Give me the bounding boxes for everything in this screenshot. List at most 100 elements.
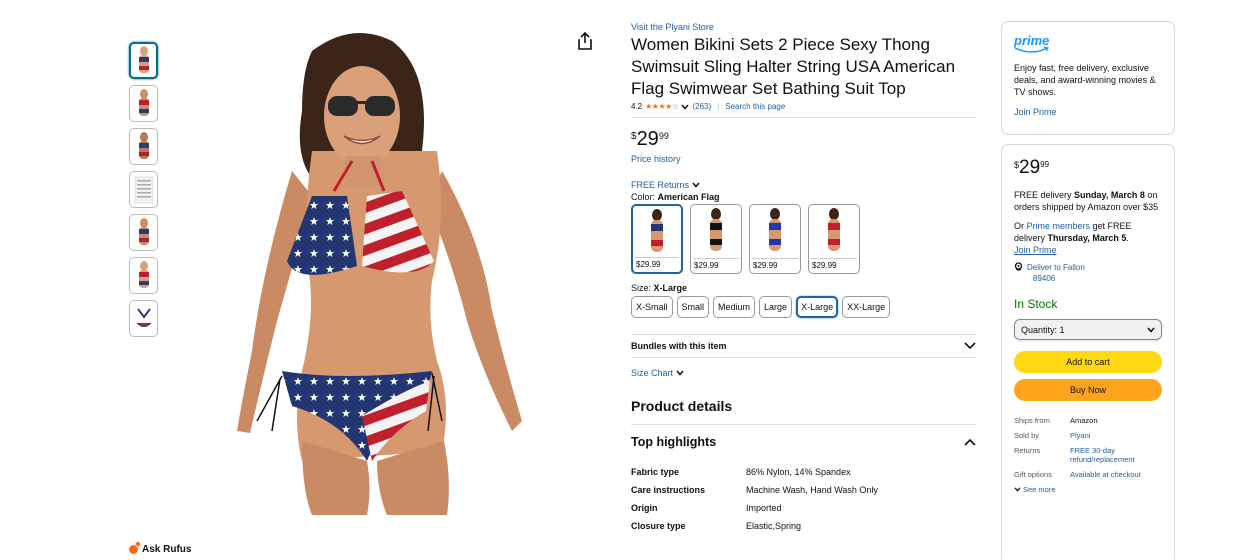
size-large-button[interactable]: Large (759, 296, 793, 318)
chevron-down-icon (1014, 487, 1021, 492)
size-medium-button[interactable]: Medium (713, 296, 756, 318)
size-x-large-button[interactable]: X-Large (796, 296, 839, 318)
or-text: Or (1014, 221, 1024, 231)
bundles-accordion[interactable]: Bundles with this item (631, 334, 976, 358)
swatch-price: $29.99 (693, 258, 739, 270)
stock-status: In Stock (1014, 297, 1058, 311)
size-value: X-Large (653, 283, 688, 293)
size-xx-large-button[interactable]: XX-Large (842, 296, 891, 318)
ask-rufus-button[interactable]: Ask Rufus (129, 544, 191, 555)
period: . (1126, 233, 1129, 243)
detail-key: Closure type (631, 521, 686, 531)
deliver-to-line1: Deliver to Fallon (1027, 263, 1085, 272)
price: $ 29 99 (631, 128, 976, 150)
size-label: Size: X-Large (631, 283, 976, 293)
size-options: X-Small Small Medium Large X-Large XX-La… (631, 296, 976, 318)
join-prime-link[interactable]: Join Prime (1014, 244, 1162, 256)
prime-members-link[interactable]: Prime members (1027, 221, 1091, 231)
details-table: Fabric type 86% Nylon, 14% Spandex Care i… (631, 467, 878, 539)
add-to-cart-button[interactable]: Add to cart (1014, 351, 1162, 373)
swatch-black[interactable]: $29.99 (690, 204, 742, 274)
price-history-link[interactable]: Price history (631, 154, 976, 164)
thumbnail-7[interactable] (129, 300, 158, 337)
chevron-down-icon (964, 342, 976, 350)
ship-key: Returns (1014, 446, 1041, 455)
see-more-link[interactable]: See more (1014, 485, 1162, 494)
rating-row: 4.2 ★★★★☆ (263) | Search this page (631, 102, 976, 118)
chevron-down-icon (692, 182, 700, 188)
store-link[interactable]: Visit the Plyani Store (631, 22, 976, 32)
gift-options-link[interactable]: Available at checkout (1070, 470, 1164, 485)
free-returns-label: FREE Returns (631, 180, 690, 190)
product-title: Women Bikini Sets 2 Piece Sexy Thong Swi… (631, 35, 956, 98)
thumbnail-5[interactable] (129, 214, 158, 251)
swatch-blue[interactable]: $29.99 (749, 204, 801, 274)
table-row: Ships from Amazon (1014, 416, 1164, 431)
price-fraction: 99 (1040, 160, 1050, 169)
share-icon[interactable] (576, 31, 594, 51)
search-page-link[interactable]: Search this page (725, 102, 785, 111)
thumbnail-3[interactable] (129, 128, 158, 165)
swatch-price: $29.99 (752, 258, 798, 270)
table-row: Closure type Elastic,Spring (631, 521, 878, 539)
main-product-image[interactable]: ★ (162, 21, 600, 515)
color-label-text: Color: (631, 192, 656, 202)
size-small-button[interactable]: Small (676, 296, 710, 318)
delivery-date: Sunday, March 8 (1074, 190, 1145, 200)
delivery-info: FREE delivery Sunday, March 8 on orders … (1014, 189, 1162, 213)
table-row: Sold by Plyani (1014, 431, 1164, 446)
prime-smile-icon (1014, 46, 1049, 53)
chevron-down-icon[interactable] (681, 104, 690, 110)
color-swatches: $29.99 $29.99 $29.99 $29.99 (631, 204, 976, 274)
detail-value: Machine Wash, Hand Wash Only (746, 485, 878, 495)
buy-price: $ 29 99 (1014, 157, 1162, 178)
thumbnail-6[interactable] (129, 257, 158, 294)
detail-key: Care instructions (631, 485, 706, 495)
table-row: Returns FREE 30-day refund/replacement (1014, 446, 1164, 470)
quantity-select[interactable]: Quantity: 1 (1014, 319, 1162, 340)
ship-key: Ships from (1014, 416, 1050, 425)
table-row: Care instructions Machine Wash, Hand Wash… (631, 485, 878, 503)
thumbnail-1[interactable] (129, 42, 158, 79)
detail-key: Fabric type (631, 467, 680, 477)
free-returns-link[interactable]: FREE Returns (631, 180, 976, 190)
ask-rufus-label: Ask Rufus (142, 544, 192, 555)
product-info: Visit the Plyani Store Women Bikini Sets… (631, 22, 976, 539)
price-whole: 29 (1019, 157, 1041, 178)
ship-value: Amazon (1070, 416, 1098, 425)
rating-stars-icon[interactable]: ★★★★☆ (645, 102, 679, 111)
swatch-price: $29.99 (811, 258, 857, 270)
rating-value: 4.2 (631, 102, 643, 111)
prime-logo: prime (1014, 33, 1049, 53)
join-prime-link[interactable]: Join Prime (1014, 107, 1162, 117)
buy-now-button[interactable]: Buy Now (1014, 379, 1162, 401)
thumbnail-4[interactable] (129, 171, 158, 208)
size-x-small-button[interactable]: X-Small (631, 296, 673, 318)
table-row: Fabric type 86% Nylon, 14% Spandex (631, 467, 878, 485)
fast-date: Thursday, March 5 (1047, 233, 1127, 243)
swatch-red[interactable]: $29.99 (808, 204, 860, 274)
size-label-text: Size: (631, 283, 652, 293)
deliver-to-link[interactable]: Deliver to Fallon 89406 (1014, 262, 1162, 284)
product-details-heading: Product details (631, 398, 733, 414)
top-highlights-accordion[interactable]: Top highlights (631, 424, 976, 449)
swatch-american-flag[interactable]: $29.99 (631, 204, 683, 274)
detail-key: Origin (631, 503, 658, 513)
returns-link[interactable]: FREE 30-day refund/replacement (1070, 446, 1164, 470)
prime-promo: prime Enjoy fast, free delivery, exclusi… (1001, 21, 1175, 135)
ship-key: Gift options (1014, 470, 1052, 479)
color-value: American Flag (657, 192, 720, 202)
see-more-label: See more (1023, 485, 1056, 494)
size-chart-link[interactable]: Size Chart (631, 368, 976, 378)
buy-box: $ 29 99 FREE delivery Sunday, March 8 on… (1001, 144, 1175, 560)
detail-value: Elastic,Spring (746, 521, 802, 531)
detail-value: Imported (746, 503, 782, 513)
seller-link[interactable]: Plyani (1070, 431, 1164, 446)
price-whole: 29 (636, 128, 659, 150)
swatch-price: $29.99 (635, 257, 679, 269)
size-chart-label: Size Chart (631, 368, 674, 378)
shipping-info-table: Ships from Amazon Sold by Plyani Returns FR… (1014, 416, 1164, 485)
review-count-link[interactable]: (263) (692, 102, 711, 111)
location-pin-icon (1014, 262, 1023, 271)
thumbnail-2[interactable] (129, 85, 158, 122)
